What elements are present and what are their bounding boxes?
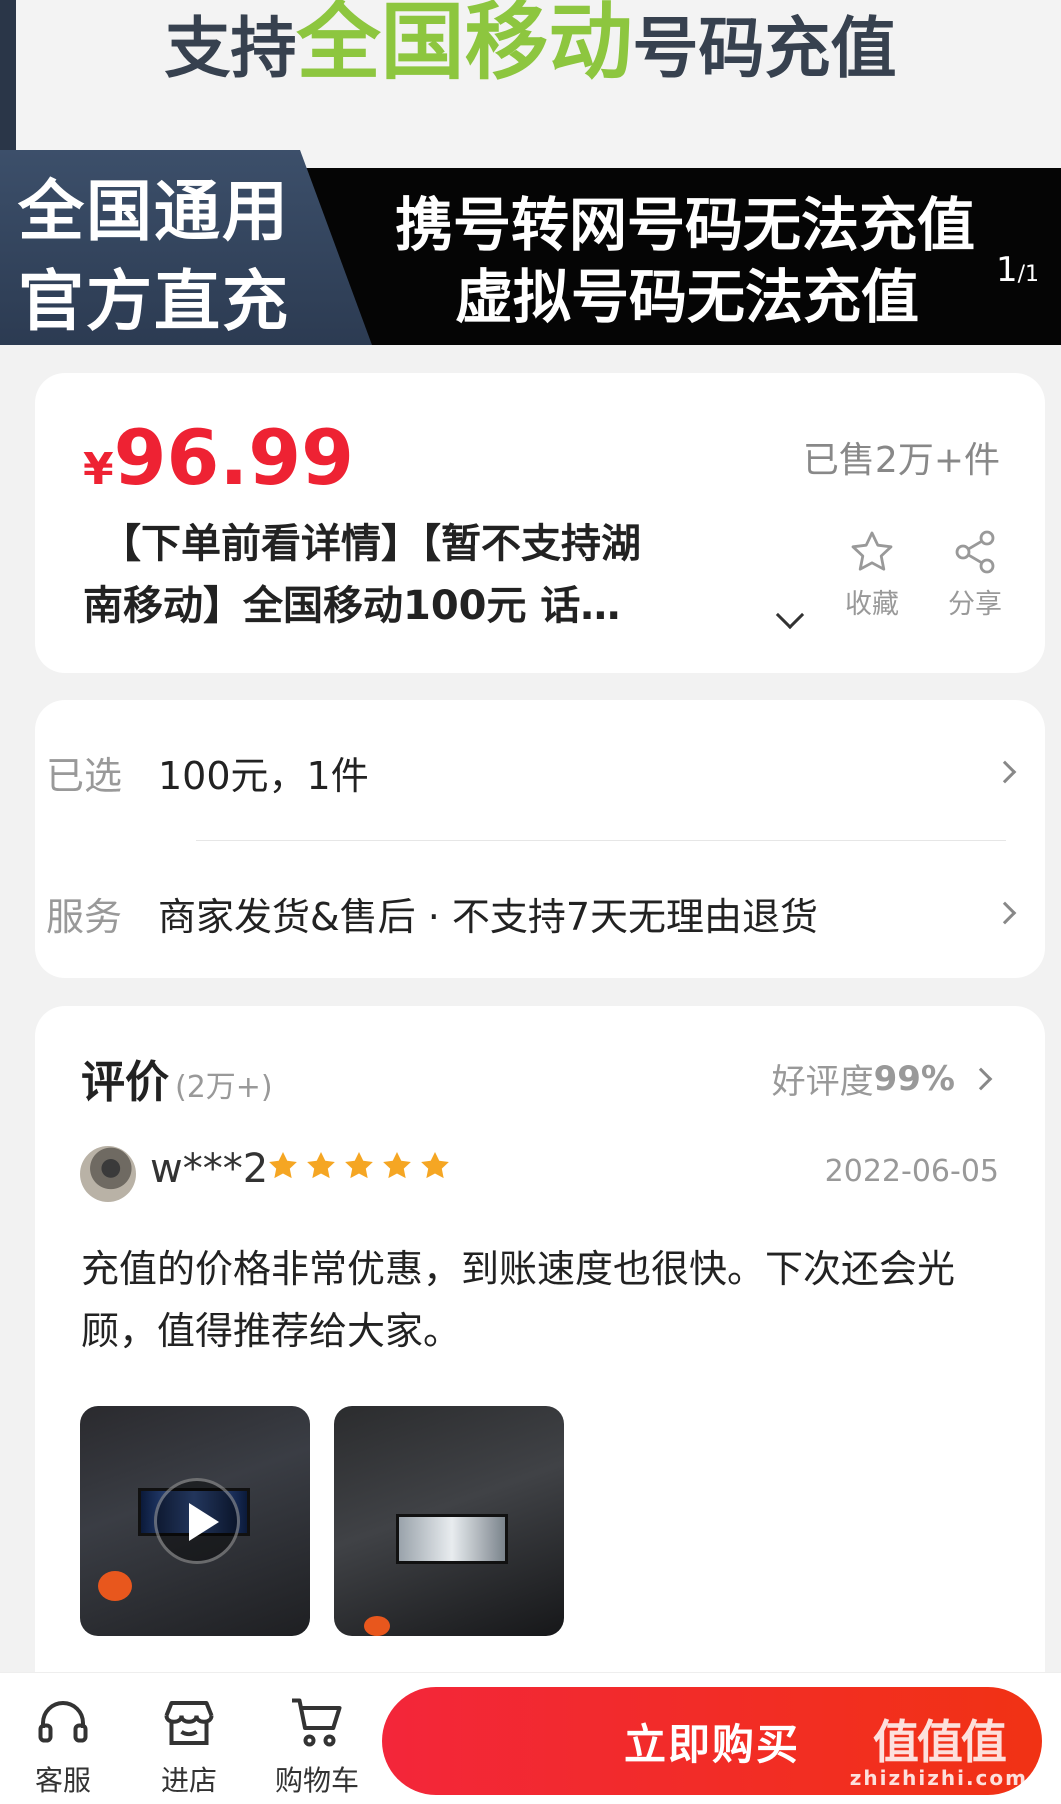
sold-count: 已售2万+件 — [802, 440, 1000, 481]
review-video-thumbnail[interactable] — [80, 1406, 310, 1636]
product-title-line2: 南移动】全国移动100元 话费充… — [83, 583, 643, 629]
banner-headline-prefix: 支持 — [164, 9, 297, 87]
share-button[interactable]: 分享 — [940, 528, 1010, 621]
buy-now-label: 立即购买 — [623, 1719, 800, 1769]
avatar — [80, 1146, 136, 1202]
tv-screen-image — [396, 1514, 508, 1564]
review-count: (2万+) — [175, 1070, 273, 1105]
review-card: 评价 (2万+) 好评度 99% w***2 2022-06-05 充值的价格非常优… — [35, 1006, 1045, 1726]
review-photo-thumbnail[interactable] — [334, 1406, 564, 1636]
service-label: 服务 — [46, 894, 123, 939]
banner-blue-line2: 官方直充 — [18, 262, 290, 340]
share-icon — [955, 530, 995, 574]
review-date: 2022-06-05 — [824, 1154, 999, 1189]
banner-page-indicator: 1/1 — [996, 250, 1039, 290]
cart-label: 购物车 — [274, 1764, 359, 1797]
product-info-card: ¥96.99 已售2万+件 【下单前看详情】【暂不支持湖 南移动】全国移动100… — [35, 373, 1045, 673]
star-icon — [269, 1152, 297, 1179]
store-label: 进店 — [160, 1764, 217, 1797]
review-heading: 评价 — [81, 1057, 169, 1108]
customer-service-button[interactable]: 客服 — [8, 1693, 118, 1799]
store-icon — [164, 1701, 214, 1745]
star-outline-icon — [851, 531, 893, 571]
product-title-line1: 【下单前看详情】【暂不支持湖 — [101, 521, 641, 567]
store-button[interactable]: 进店 — [134, 1693, 244, 1799]
product-image-banner[interactable]: 支持全国移动号码充值 全国通用 官方直充 携号转网号码无法充值 虚拟号码无法充值… — [0, 0, 1061, 345]
star-icon — [421, 1152, 449, 1179]
decor-object — [98, 1571, 132, 1601]
selected-value: 100元，1件 — [158, 753, 369, 798]
headset-icon — [38, 1701, 88, 1743]
product-price: ¥96.99 — [83, 413, 354, 502]
cart-icon — [292, 1698, 342, 1747]
buy-now-button[interactable]: 立即购买 值值值 zhizhizhi.com — [382, 1687, 1042, 1795]
banner-page-total: /1 — [1017, 262, 1039, 287]
banner-notice-line2: 虚拟号码无法充值 — [455, 263, 920, 331]
watermark-logo: 值值值 — [872, 1715, 1007, 1769]
play-icon[interactable] — [154, 1478, 240, 1564]
bottom-action-bar: 客服 进店 购物车 立即购买 值值值 zhizhizhi.com — [0, 1672, 1061, 1804]
row-divider — [196, 840, 1006, 841]
cart-button[interactable]: 购物车 — [262, 1693, 372, 1799]
favorite-button[interactable]: 收藏 — [837, 528, 907, 621]
decor-object — [364, 1616, 390, 1636]
star-icon — [307, 1152, 335, 1179]
banner-headline-highlight: 全国移动 — [296, 0, 633, 91]
service-row[interactable]: 服务 商家发货&售后 · 不支持7天无理由退货 — [46, 883, 1021, 943]
review-username: w***2 — [150, 1146, 269, 1192]
selected-label: 已选 — [46, 753, 123, 798]
good-rate-value: 99% — [873, 1058, 955, 1099]
chevron-down-icon[interactable] — [775, 600, 805, 630]
chevron-right-icon — [993, 760, 1017, 784]
product-title[interactable]: 【下单前看详情】【暂不支持湖 南移动】全国移动100元 话费充… — [83, 513, 653, 637]
site-watermark: 值值值 zhizhizhi.com — [850, 1717, 1028, 1789]
favorite-label: 收藏 — [845, 589, 899, 620]
banner-headline-suffix: 号码充值 — [632, 9, 897, 87]
price-value: 96.99 — [113, 413, 355, 502]
service-value: 商家发货&售后 · 不支持7天无理由退货 — [158, 894, 819, 939]
star-icon — [383, 1152, 411, 1179]
star-icon — [345, 1152, 373, 1179]
good-rate-link[interactable]: 好评度 99% — [772, 1054, 997, 1103]
price-currency: ¥ — [83, 444, 114, 495]
customer-service-label: 客服 — [34, 1764, 91, 1797]
banner-headline: 支持全国移动号码充值 — [0, 0, 1061, 90]
good-rate-label: 好评度 — [771, 1062, 874, 1102]
review-text: 充值的价格非常优惠，到账速度也很快。下次还会光顾，值得推荐给大家。 — [81, 1247, 956, 1353]
banner-blue-line1: 全国通用 — [18, 172, 290, 250]
share-label: 分享 — [948, 589, 1002, 620]
selected-spec-row[interactable]: 已选 100元，1件 — [46, 742, 1021, 802]
chevron-right-icon — [969, 1067, 993, 1090]
chevron-right-icon — [993, 901, 1017, 925]
watermark-site: zhizhizhi.com — [849, 1766, 1028, 1790]
banner-page-current: 1 — [995, 250, 1018, 290]
review-rating — [267, 1150, 451, 1182]
review-header[interactable]: 评价 (2万+) — [81, 1046, 273, 1110]
